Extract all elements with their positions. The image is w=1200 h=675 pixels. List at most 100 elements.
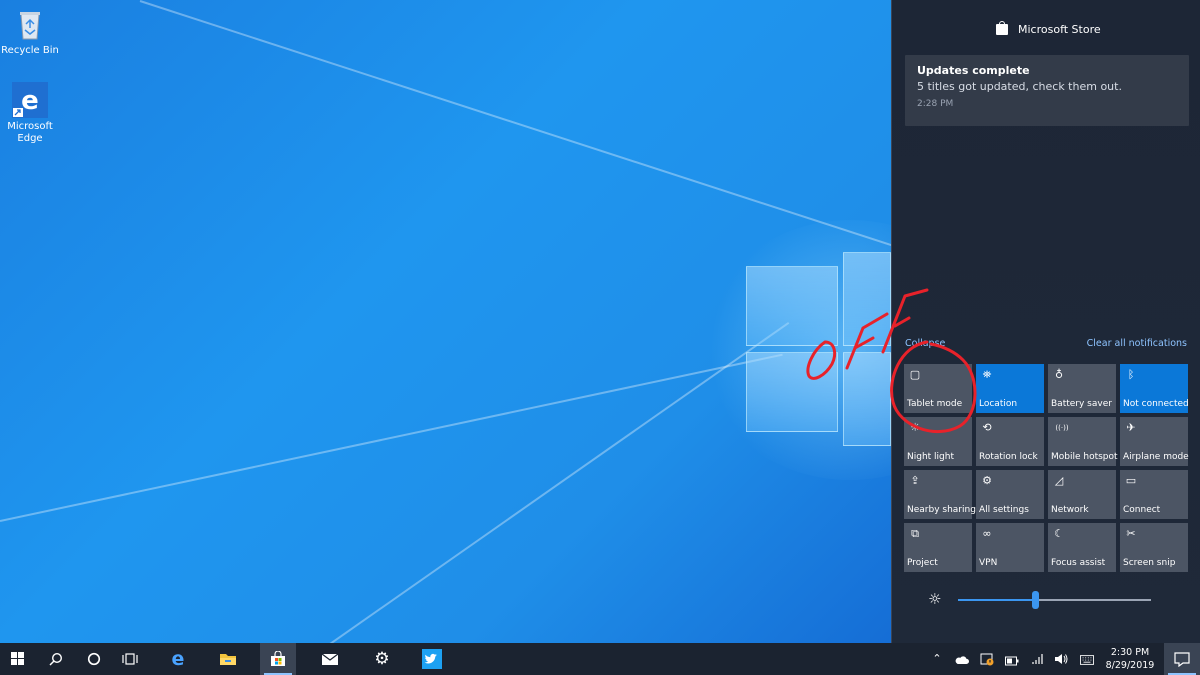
quick-action-rotation-lock[interactable]: ⟲ Rotation lock: [976, 417, 1044, 466]
wifi-icon[interactable]: [1030, 652, 1044, 666]
quick-action-bluetooth[interactable]: ᛒ Not connected: [1120, 364, 1189, 413]
recycle-bin-icon: [12, 6, 48, 42]
quick-action-label: Not connected: [1123, 399, 1189, 409]
volume-icon[interactable]: [1054, 652, 1068, 666]
task-view-button[interactable]: [112, 643, 148, 675]
collapse-link[interactable]: Collapse: [905, 338, 945, 349]
quick-action-mobile-hotspot[interactable]: ((·)) Mobile hotspot: [1048, 417, 1118, 466]
svg-text:e: e: [21, 86, 39, 116]
quick-action-label: Airplane mode: [1123, 452, 1189, 462]
search-icon: [49, 652, 63, 666]
notification-body: 5 titles got updated, check them out.: [917, 80, 1122, 93]
battery-icon[interactable]: [1005, 654, 1019, 668]
quick-action-vpn[interactable]: ∞ VPN: [976, 523, 1044, 572]
cortana-button[interactable]: [76, 643, 112, 675]
settings-icon: ⚙: [374, 649, 390, 669]
quick-action-label: Battery saver: [1051, 399, 1112, 409]
notification-card[interactable]: Updates complete 5 titles got updated, c…: [905, 55, 1189, 126]
quick-action-nearby-sharing[interactable]: ⇪ Nearby sharing: [904, 470, 976, 519]
edge-icon: e: [171, 648, 185, 670]
quick-action-airplane[interactable]: ✈ Airplane mode: [1120, 417, 1189, 466]
onedrive-icon[interactable]: [955, 653, 969, 667]
windows-logo-pane: [746, 352, 838, 432]
wallpaper-ray: [139, 0, 921, 256]
file-explorer-icon: [220, 654, 236, 665]
notification-app-name: Microsoft Store: [1018, 23, 1101, 36]
wallpaper-ray: [0, 353, 783, 522]
action-center-icon: [1174, 652, 1190, 668]
quick-action-settings[interactable]: ⚙ All settings: [976, 470, 1044, 519]
quick-action-label: Connect: [1123, 505, 1161, 515]
quick-action-label: Project: [907, 558, 938, 568]
nearby-sharing-icon: ⇪: [910, 474, 920, 487]
search-button[interactable]: [38, 643, 74, 675]
quick-action-label: Focus assist: [1051, 558, 1106, 568]
edge-icon: e: [12, 82, 48, 118]
twitter-icon: [422, 649, 442, 669]
quick-action-label: Screen snip: [1123, 558, 1176, 568]
brightness-fill: [958, 599, 1036, 601]
defender-icon[interactable]: [980, 652, 994, 666]
quick-action-label: Nearby sharing: [907, 505, 976, 515]
taskbar-edge-button[interactable]: e: [160, 643, 196, 675]
quick-action-location[interactable]: ⛯ Location: [976, 364, 1044, 413]
mail-icon: [321, 653, 339, 665]
action-center-panel: Microsoft Store Updates complete 5 title…: [891, 0, 1200, 643]
chevron-up-icon[interactable]: ⌃: [930, 652, 944, 666]
desktop-icon-label: Recycle Bin: [1, 45, 59, 56]
brightness-icon: ☼: [928, 590, 942, 608]
screen-snip-icon: ✂: [1126, 527, 1136, 540]
taskbar-settings-button[interactable]: ⚙: [364, 643, 400, 675]
quick-action-battery-saver[interactable]: ♁ Battery saver: [1048, 364, 1116, 413]
action-center-button[interactable]: [1164, 643, 1200, 675]
start-button[interactable]: [0, 643, 36, 675]
store-icon: [271, 650, 285, 666]
brightness-thumb[interactable]: [1032, 591, 1040, 609]
network-icon: ◿: [1054, 474, 1064, 487]
desktop-icon-label: Microsoft Edge: [7, 121, 53, 144]
quick-action-project[interactable]: ⧉ Project: [904, 523, 972, 572]
brightness-track[interactable]: [958, 591, 1151, 609]
taskbar: e ⚙ ⌃ 2:30 PM 8/29/2019: [0, 643, 1200, 675]
windows-logo-pane: [843, 352, 891, 446]
quick-action-tablet-mode[interactable]: ▢ Tablet mode: [904, 364, 972, 413]
notification-app-header[interactable]: Microsoft Store: [892, 21, 1200, 40]
quick-action-label: Mobile hotspot: [1051, 452, 1118, 462]
quick-action-focus-assist[interactable]: ☾ Focus assist: [1048, 523, 1116, 572]
cortana-icon: [87, 652, 101, 666]
notification-time: 2:28 PM: [917, 99, 954, 109]
quick-action-screen-snip[interactable]: ✂ Screen snip: [1120, 523, 1188, 572]
keyboard-icon[interactable]: [1080, 653, 1094, 667]
mobile-hotspot-icon: ((·)): [1055, 424, 1069, 432]
desktop-icon-recycle-bin[interactable]: Recycle Bin: [0, 6, 60, 57]
quick-action-label: Location: [979, 399, 1018, 409]
project-icon: ⧉: [911, 527, 919, 540]
taskbar-clock[interactable]: 2:30 PM 8/29/2019: [1100, 646, 1160, 672]
notification-title: Updates complete: [917, 64, 1030, 77]
store-icon: [996, 21, 1008, 35]
quick-action-connect[interactable]: ▭ Connect: [1120, 470, 1188, 519]
quick-action-label: Rotation lock: [979, 452, 1038, 462]
taskbar-twitter-button[interactable]: [414, 643, 450, 675]
quick-action-label: Night light: [907, 452, 954, 462]
quick-action-network[interactable]: ◿ Network: [1048, 470, 1116, 519]
taskbar-store-button[interactable]: [260, 643, 296, 675]
battery-saver-icon: ♁: [1054, 368, 1064, 381]
taskbar-file-explorer-button[interactable]: [210, 643, 246, 675]
brightness-slider[interactable]: ☼: [928, 589, 1168, 611]
clear-all-notifications-link[interactable]: Clear all notifications: [1087, 338, 1187, 349]
task-view-icon: [122, 653, 138, 665]
taskbar-mail-button[interactable]: [312, 643, 348, 675]
rotation-lock-icon: ⟲: [982, 421, 992, 434]
clock-time: 2:30 PM: [1110, 647, 1150, 658]
quick-action-label: All settings: [979, 505, 1029, 515]
vpn-icon: ∞: [982, 527, 992, 540]
quick-action-night-light[interactable]: ☀ Night light: [904, 417, 972, 466]
quick-action-label: VPN: [979, 558, 998, 568]
quick-action-label: Network: [1051, 505, 1089, 515]
connect-icon: ▭: [1125, 474, 1137, 487]
quick-action-label: Tablet mode: [907, 399, 963, 409]
settings-icon: ⚙: [982, 474, 992, 487]
desktop-icon-edge[interactable]: e Microsoft Edge: [0, 82, 60, 145]
start-icon: [11, 652, 24, 665]
